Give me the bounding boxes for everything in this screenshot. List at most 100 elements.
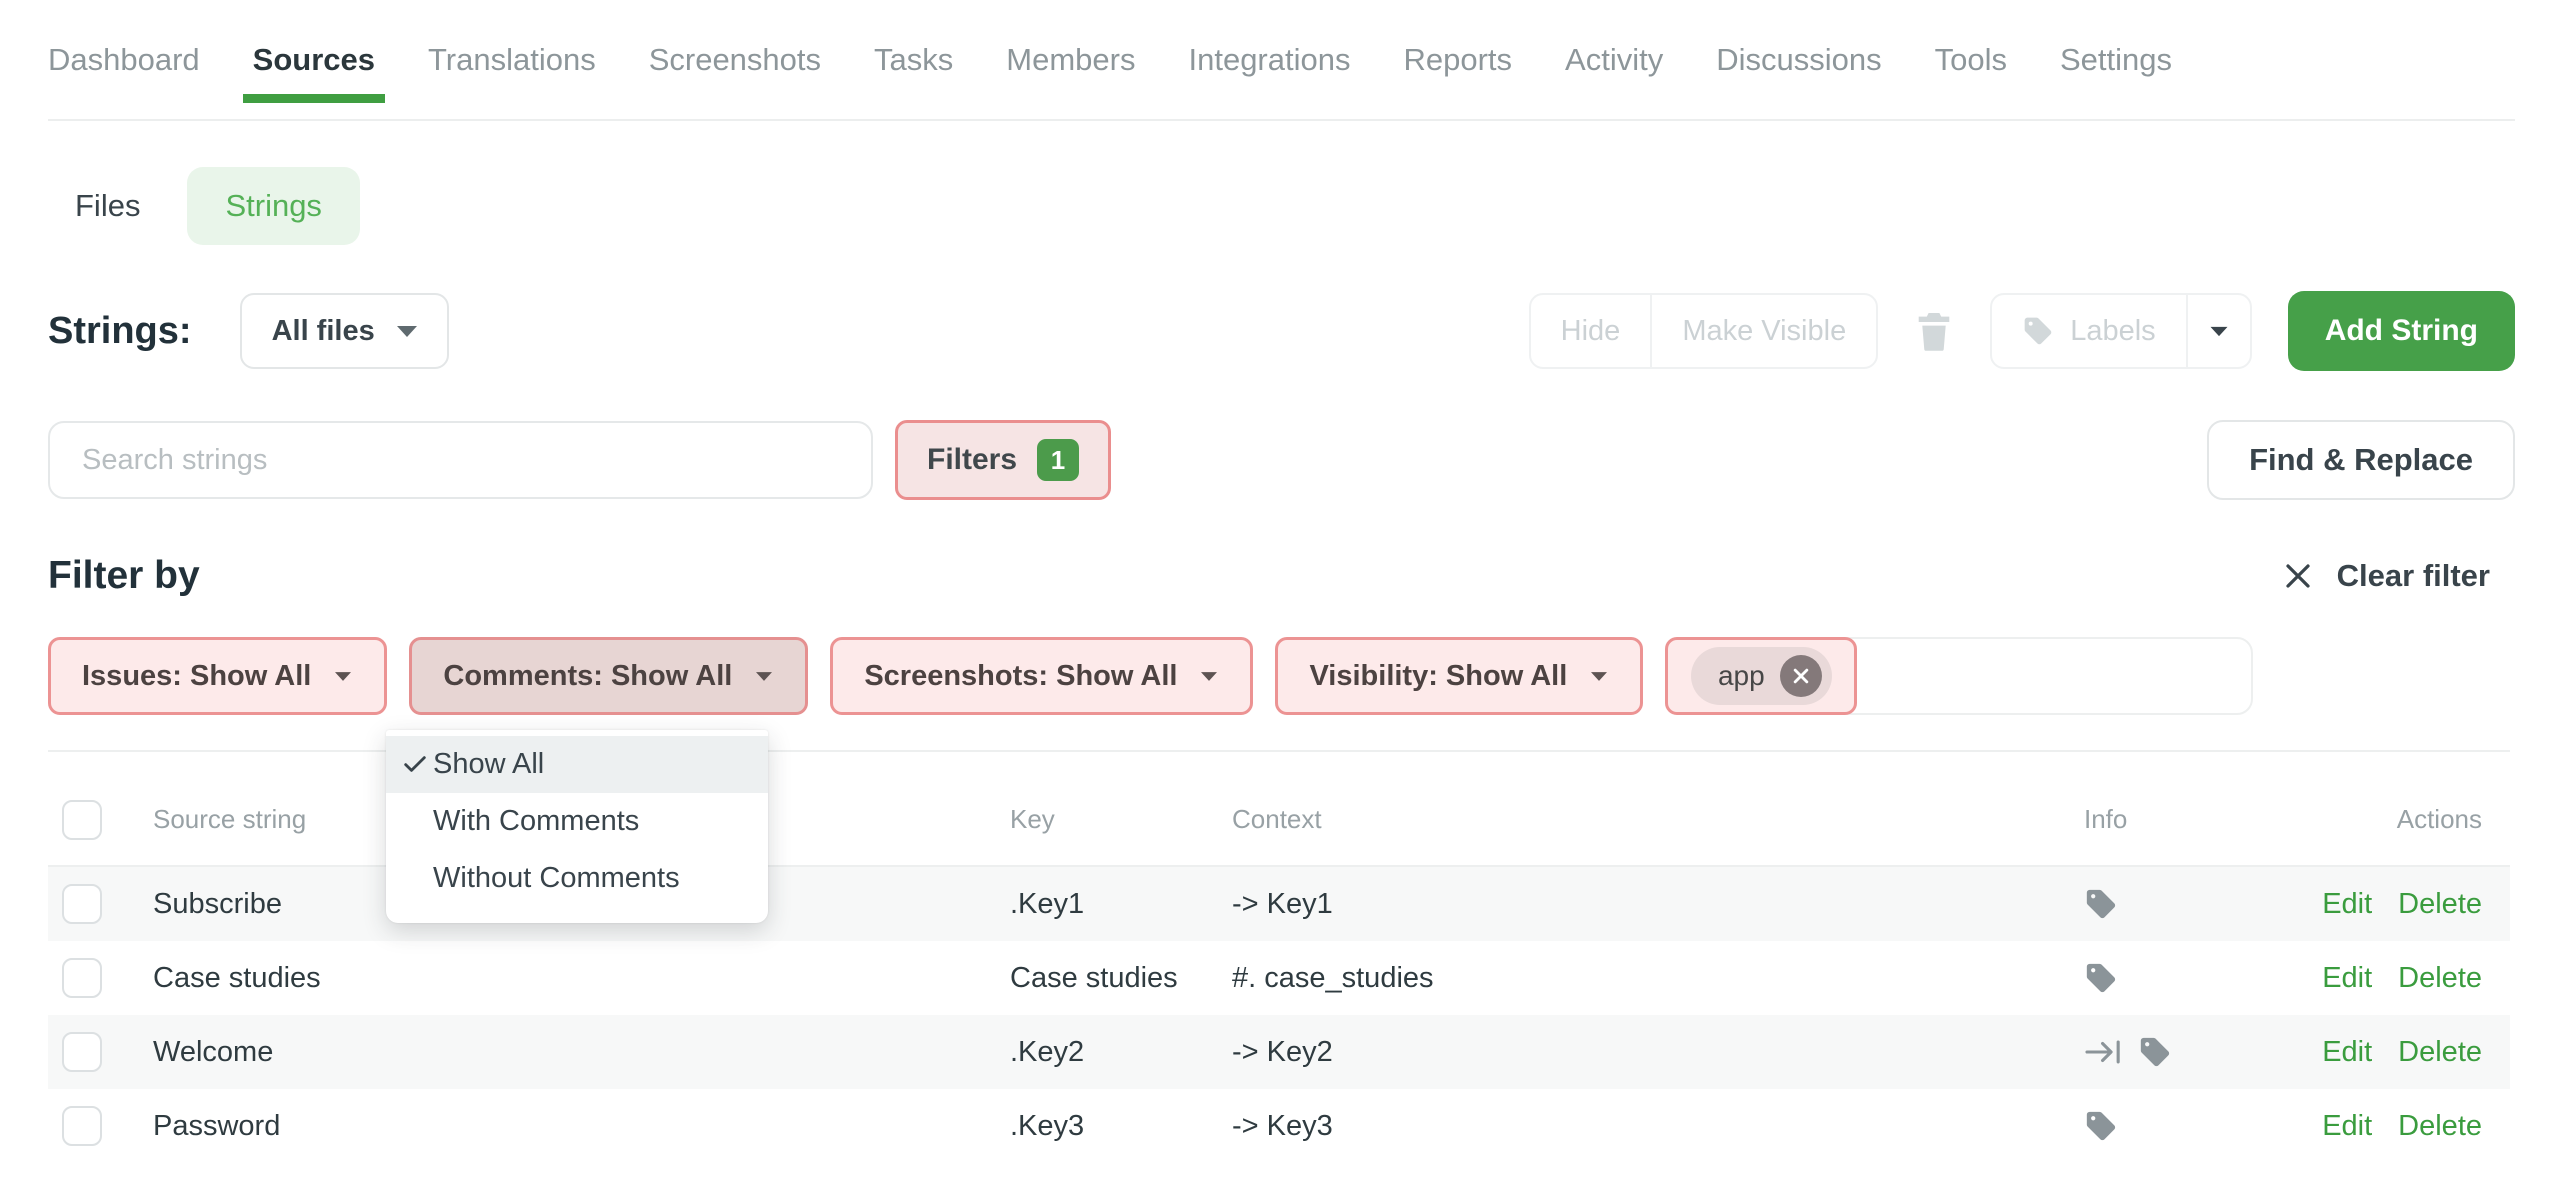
chevron-down-icon	[756, 672, 772, 681]
edit-link[interactable]: Edit	[2322, 1036, 2372, 1069]
tag-icon	[2022, 315, 2054, 347]
row-context: -> Key3	[1232, 1110, 2060, 1143]
filter-pill-screenshots-label: Screenshots: Show All	[864, 660, 1177, 693]
edit-link[interactable]: Edit	[2322, 962, 2372, 995]
col-header-info: Info	[2060, 804, 2210, 835]
hide-button[interactable]: Hide	[1531, 295, 1651, 367]
row-key: .Key1	[1010, 888, 1232, 921]
nav-tasks[interactable]: Tasks	[874, 42, 953, 78]
col-header-context: Context	[1232, 804, 2060, 835]
delete-link[interactable]: Delete	[2398, 1110, 2482, 1143]
filter-pill-visibility[interactable]: Visibility: Show All	[1275, 637, 1643, 715]
row-checkbox[interactable]	[62, 958, 102, 998]
dropdown-item-label: With Comments	[433, 805, 639, 838]
remove-label-button[interactable]	[1780, 655, 1822, 697]
check-icon	[401, 750, 429, 778]
nav-discussions[interactable]: Discussions	[1716, 42, 1881, 78]
top-nav: Dashboard Sources Translations Screensho…	[48, 0, 2515, 121]
delete-strings-button[interactable]	[1916, 311, 1952, 351]
delete-link[interactable]: Delete	[2398, 1036, 2482, 1069]
col-header-key: Key	[1010, 804, 1232, 835]
make-visible-button[interactable]: Make Visible	[1650, 295, 1876, 367]
row-context: -> Key2	[1232, 1036, 2060, 1069]
dropdown-item-label: Without Comments	[433, 862, 680, 895]
dropdown-item-without-comments[interactable]: Without Comments	[386, 850, 768, 907]
edit-link[interactable]: Edit	[2322, 888, 2372, 921]
row-checkbox[interactable]	[62, 884, 102, 924]
dropdown-item-show-all[interactable]: Show All	[386, 736, 768, 793]
close-icon	[1791, 666, 1811, 686]
chevron-down-icon	[1201, 672, 1217, 681]
filter-pill-visibility-label: Visibility: Show All	[1309, 660, 1567, 693]
delete-link[interactable]: Delete	[2398, 962, 2482, 995]
nav-members[interactable]: Members	[1006, 42, 1135, 78]
labels-dropdown-toggle[interactable]	[2186, 295, 2250, 367]
nav-tools[interactable]: Tools	[1935, 42, 2007, 78]
filters-count-badge: 1	[1037, 439, 1079, 481]
nav-sources[interactable]: Sources	[253, 42, 375, 78]
file-filter-dropdown[interactable]: All files	[240, 293, 449, 369]
row-key: .Key2	[1010, 1036, 1232, 1069]
strings-toolbar: Strings: All files Hide Make Visible	[48, 290, 2515, 372]
add-string-button[interactable]: Add String	[2288, 291, 2515, 371]
chevron-down-icon	[1591, 672, 1607, 681]
filter-pill-issues-label: Issues: Show All	[82, 660, 311, 693]
tab-files[interactable]: Files	[48, 167, 167, 245]
filter-pill-comments-label: Comments: Show All	[443, 660, 732, 693]
row-checkbox[interactable]	[62, 1106, 102, 1146]
tag-icon	[2138, 1035, 2172, 1069]
table-row: Case studies Case studies #. case_studie…	[48, 941, 2510, 1015]
file-filter-value: All files	[272, 315, 375, 348]
row-key: .Key3	[1010, 1110, 1232, 1143]
active-tab-underline	[243, 94, 385, 103]
search-row: Filters 1 Find & Replace	[48, 420, 2515, 500]
filter-by-row: Filter by Clear filter	[48, 545, 2490, 607]
label-chip-text: app	[1718, 660, 1765, 692]
row-checkbox[interactable]	[62, 1032, 102, 1072]
find-replace-button[interactable]: Find & Replace	[2207, 420, 2515, 500]
dropdown-item-with-comments[interactable]: With Comments	[386, 793, 768, 850]
nav-screenshots[interactable]: Screenshots	[649, 42, 821, 78]
row-source-string: Password	[153, 1110, 1010, 1143]
tag-icon	[2084, 1109, 2118, 1143]
nav-sources-label: Sources	[253, 42, 375, 77]
nav-dashboard[interactable]: Dashboard	[48, 42, 200, 78]
filters-button-label: Filters	[927, 443, 1017, 477]
labels-button[interactable]: Labels	[1992, 295, 2185, 367]
filters-button[interactable]: Filters 1	[895, 420, 1111, 500]
filter-pill-screenshots[interactable]: Screenshots: Show All	[830, 637, 1253, 715]
trash-icon	[1916, 311, 1952, 351]
close-icon	[2283, 561, 2313, 591]
sources-strings-page: Dashboard Sources Translations Screensho…	[0, 0, 2550, 1187]
select-all-checkbox[interactable]	[62, 800, 102, 840]
filter-pill-comments[interactable]: Comments: Show All	[409, 637, 808, 715]
labels-button-label: Labels	[2070, 315, 2155, 348]
filter-pill-issues[interactable]: Issues: Show All	[48, 637, 387, 715]
row-context: #. case_studies	[1232, 962, 2060, 995]
row-key: Case studies	[1010, 962, 1232, 995]
tag-icon	[2084, 887, 2118, 921]
labels-filter-active-box[interactable]: app	[1665, 637, 1857, 715]
filter-pills-row: Issues: Show All Comments: Show All Scre…	[48, 637, 2253, 715]
row-context: -> Key1	[1232, 888, 2060, 921]
clear-filter-button[interactable]: Clear filter	[2283, 558, 2490, 594]
nav-settings[interactable]: Settings	[2060, 42, 2172, 78]
nav-translations[interactable]: Translations	[428, 42, 596, 78]
clear-filter-label: Clear filter	[2337, 558, 2490, 594]
delete-link[interactable]: Delete	[2398, 888, 2482, 921]
filter-by-title: Filter by	[48, 554, 200, 598]
nav-activity[interactable]: Activity	[1565, 42, 1663, 78]
label-chip-app: app	[1691, 647, 1832, 705]
dropdown-item-label: Show All	[433, 748, 544, 781]
search-strings-input[interactable]	[48, 421, 873, 499]
visibility-button-group: Hide Make Visible	[1529, 293, 1879, 369]
tag-icon	[2084, 961, 2118, 995]
nav-integrations[interactable]: Integrations	[1188, 42, 1350, 78]
row-source-string: Welcome	[153, 1036, 1010, 1069]
edit-link[interactable]: Edit	[2322, 1110, 2372, 1143]
table-row: Password .Key3 -> Key3 Edit Delete	[48, 1089, 2510, 1163]
row-source-string: Case studies	[153, 962, 1010, 995]
nav-reports[interactable]: Reports	[1403, 42, 1512, 78]
chevron-down-icon	[335, 672, 351, 681]
tab-strings[interactable]: Strings	[187, 167, 359, 245]
